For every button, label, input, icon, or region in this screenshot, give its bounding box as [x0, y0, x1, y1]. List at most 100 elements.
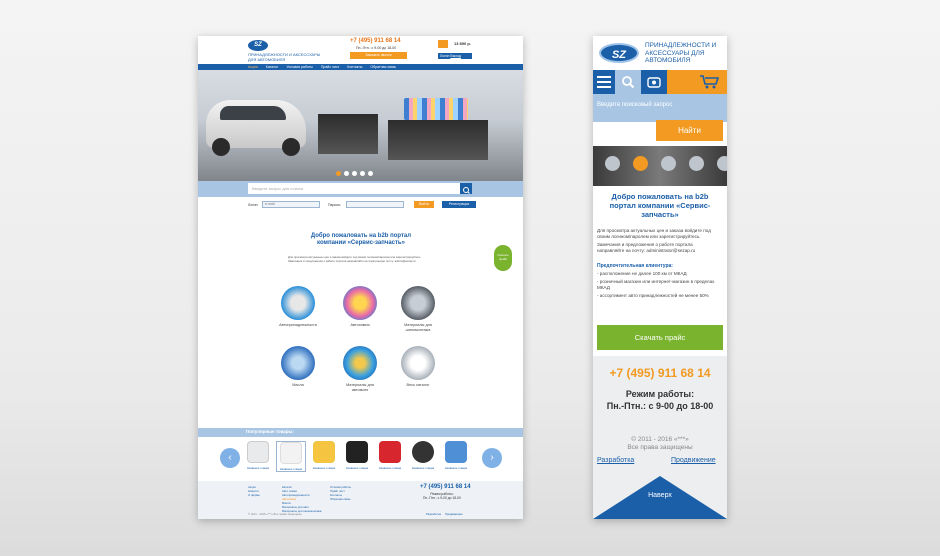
product-card[interactable]: Название товара	[309, 441, 339, 470]
download-price-button[interactable]: Скачать прайс	[597, 325, 723, 350]
slider-dot[interactable]	[689, 156, 704, 171]
footer-link[interactable]: О фирме	[248, 493, 260, 497]
callback-button[interactable]: Заказать звонок	[350, 52, 407, 59]
mobile-promo-link[interactable]: Продвижение	[671, 457, 716, 464]
footer-links: Разработка Продвижение	[426, 512, 463, 516]
category-label: Автохимия	[350, 323, 370, 327]
mobile-copyright: © 2011 - 2016 «***» Все права защищены	[593, 436, 727, 452]
hero-shelf	[318, 114, 378, 154]
slider-dot[interactable]	[605, 156, 620, 171]
product-card[interactable]: Название товара	[408, 441, 438, 470]
search-icon[interactable]	[460, 183, 472, 194]
hero-slider[interactable]	[198, 70, 523, 181]
hero-car-wheel	[282, 138, 300, 156]
popular-bar: Популярные товары:	[198, 428, 523, 437]
hero-counter	[388, 120, 488, 160]
category-label: Весь каталог	[406, 383, 430, 387]
product-card[interactable]: Название товара	[243, 441, 273, 470]
mobile-dev-link[interactable]: Разработка	[597, 457, 634, 464]
search-icon[interactable]	[615, 70, 641, 94]
copyright-line: © 2011 - 2016 «***»	[631, 436, 689, 443]
search-input[interactable]: Введите запрос для поиска	[248, 183, 460, 194]
product-label: Название товара	[411, 466, 435, 470]
slider-dot[interactable]	[633, 156, 648, 171]
product-image	[280, 442, 302, 464]
product-label: Название товара	[378, 466, 402, 470]
password-label: Пароль:	[328, 203, 342, 207]
password-input[interactable]	[346, 201, 404, 208]
dev-link[interactable]: Разработка	[426, 512, 441, 516]
product-image	[412, 441, 434, 463]
benefits-title: Предпочтительная клиентура:	[597, 263, 673, 269]
download-price-side-button[interactable]: Скачать прайс	[494, 245, 512, 271]
find-button[interactable]: Найти	[656, 120, 723, 141]
popular-products: ‹ Название товара Название товара Назван…	[198, 437, 523, 481]
mobile-toolbar	[593, 70, 727, 94]
product-card[interactable]: Название товара	[342, 441, 372, 470]
slider-dot[interactable]	[661, 156, 676, 171]
next-arrow-icon[interactable]: ›	[482, 448, 502, 468]
enter-button[interactable]: Войти	[414, 201, 434, 208]
slider-dot[interactable]	[360, 171, 365, 176]
product-label: Название товара	[444, 466, 468, 470]
mobile-hours: Режим работы: Пн.-Птн.: с 9-00 до 18-00	[593, 388, 727, 412]
slider-dots	[336, 171, 373, 176]
cart-icon[interactable]	[667, 70, 727, 94]
benefit-item: - розничный магазин или интернет-магазин…	[597, 279, 715, 290]
footer-link[interactable]: Обратная связь	[330, 497, 351, 501]
category-tile[interactable]: Масла	[278, 346, 318, 388]
mobile-search-input[interactable]: Введите поисковый запрос	[593, 94, 727, 118]
logout-link[interactable]: Выход	[450, 54, 460, 58]
category-image	[343, 286, 377, 320]
product-label: Название товара	[246, 466, 270, 470]
category-image	[401, 286, 435, 320]
logo[interactable]: SZ	[248, 40, 268, 51]
login-label: Логин	[440, 54, 450, 58]
product-card[interactable]: Название товара	[441, 441, 471, 470]
benefit-item: - ассортимент авто принадлежностей не ме…	[597, 293, 709, 298]
mobile-phone[interactable]: +7 (495) 911 68 14	[593, 366, 727, 380]
register-button[interactable]: Регистрация	[442, 201, 476, 208]
mobile-intro-1: Для просмотра актуальных цен и заказа во…	[597, 228, 711, 239]
phone-icon[interactable]	[641, 70, 667, 94]
category-label: Материалы для автомоек	[346, 383, 374, 392]
slider-dot[interactable]	[717, 156, 727, 171]
footer-hours: Режим работы: Пн.-Птн.: с 9-00 до 18-00	[423, 492, 461, 500]
copyright-line: Все права защищены	[627, 444, 693, 451]
product-card[interactable]: Название товара	[276, 441, 306, 472]
popular-title: Популярные товары:	[246, 429, 294, 434]
footer-col-2: Каталог Авто химия Автопринадлежности Ав…	[282, 485, 321, 513]
footer-phone: +7 (495) 911 68 14	[420, 484, 471, 490]
category-tile[interactable]: Материалы для шиномонтажа	[398, 286, 438, 332]
copyright: © 2011 - 2016 «***» Все права защищены	[248, 512, 302, 516]
back-to-top-button[interactable]: Наверх	[593, 472, 727, 519]
slider-dot[interactable]	[336, 171, 341, 176]
login-input[interactable]: e-mail	[262, 201, 320, 208]
category-image	[401, 346, 435, 380]
slider-dot[interactable]	[368, 171, 373, 176]
category-tile[interactable]: Автопринадлежности	[278, 286, 318, 328]
prev-arrow-icon[interactable]: ‹	[220, 448, 240, 468]
category-tile[interactable]: Материалы для автомоек	[340, 346, 380, 392]
category-tile[interactable]: Автохимия	[340, 286, 380, 328]
hero-car-window	[220, 106, 286, 120]
header-phone: +7 (495) 911 68 14	[350, 38, 401, 44]
desktop-footer: Акции Новости О фирме Каталог Авто химия…	[198, 481, 523, 519]
footer-col-1: Акции Новости О фирме	[248, 485, 260, 497]
mobile-logo[interactable]: SZ	[599, 43, 639, 63]
product-label: Название товара	[345, 466, 369, 470]
cart-icon[interactable]	[438, 40, 448, 48]
footer-col-3: Условия работы Прайс лист Контакты Обрат…	[330, 485, 351, 501]
slider-dot[interactable]	[344, 171, 349, 176]
category-tile[interactable]: Весь каталог	[398, 346, 438, 388]
header-hours: Пн.-Птн.: с 9-00 до 18-00	[356, 46, 397, 50]
mobile-welcome-title: Добро пожаловать на b2b портал компании …	[609, 192, 711, 219]
product-card[interactable]: Название товара	[375, 441, 405, 470]
category-label: Материалы для шиномонтажа	[404, 323, 432, 332]
desktop-header: SZ ПРИНАДЛЕЖНОСТИ И АКСЕССУАРЫ ДЛЯ АВТОМ…	[198, 36, 523, 64]
account-bar[interactable]: Логин Выход	[438, 53, 472, 59]
promo-link[interactable]: Продвижение	[445, 512, 463, 516]
hero-products	[404, 98, 468, 120]
slider-dot[interactable]	[352, 171, 357, 176]
menu-icon[interactable]	[593, 70, 615, 94]
